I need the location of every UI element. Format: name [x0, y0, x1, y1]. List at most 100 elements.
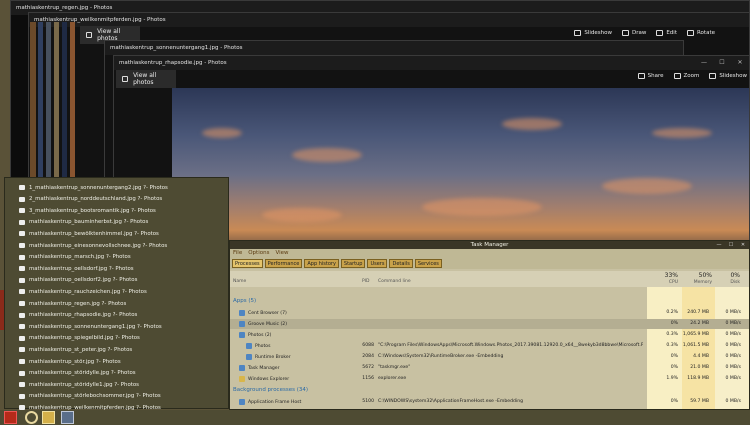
photo-file-icon — [19, 312, 25, 318]
column-header-row: Name PID Command line 33% CPU 50% Memory… — [230, 271, 749, 287]
jump-list-item[interactable]: mathiaskentrup_störidylle.jpg ?- Photos — [19, 368, 136, 379]
view-all-photos-button[interactable]: View all photos — [116, 70, 176, 88]
jump-list-item[interactable]: mathiaskentrup_bewölktenhimmel.jpg ?- Ph… — [19, 228, 159, 239]
slideshow-button[interactable]: Slideshow — [574, 30, 612, 36]
photo-file-icon — [19, 382, 25, 388]
menu-file[interactable]: File — [233, 249, 242, 258]
share-button[interactable]: Share — [637, 73, 664, 79]
file-explorer-icon[interactable] — [42, 411, 55, 424]
rotate-button[interactable]: Rotate — [686, 30, 715, 36]
cloud-shape — [202, 128, 242, 138]
edit-button[interactable]: Edit — [656, 30, 677, 36]
jump-list-item[interactable]: mathiaskentrup_einesonnevollschnee.jpg ?… — [19, 240, 167, 251]
photos-app-icon — [246, 343, 252, 349]
table-row[interactable]: Groove Music (2) 0% 24.2 MB 0 MB/s — [230, 319, 749, 329]
photo-file-icon — [19, 347, 25, 353]
window-edge-strip[interactable] — [46, 22, 51, 178]
draw-button[interactable]: Draw — [621, 30, 646, 36]
jump-list-item[interactable]: mathiaskentrup_sonnenuntergang1.jpg ?- P… — [19, 321, 162, 332]
jump-list-item[interactable]: mathiaskentrup_st_peter.jpg ?- Photos — [19, 344, 132, 355]
photo-file-icon — [19, 266, 25, 272]
zoom-button[interactable]: Zoom — [673, 73, 699, 79]
header-memory[interactable]: Memory — [682, 280, 712, 285]
table-row[interactable]: Runtime Broker 2084 C:\Windows\System32\… — [230, 352, 749, 362]
table-row[interactable]: Cent Browser (7) 0.2% 240.7 MB 0 MB/s — [230, 308, 749, 318]
header-disk-pct: 0% — [730, 272, 740, 279]
photo-file-icon — [19, 196, 25, 202]
cloud-shape — [602, 178, 692, 194]
photo-file-icon — [19, 359, 25, 364]
jump-list-item[interactable]: mathiaskentrup_oellsdorf.jpg ?- Photos — [19, 263, 134, 274]
photos-toolbar: Slideshow Draw Edit Rotate — [574, 30, 715, 36]
jump-list-item[interactable]: mathiaskentrup_bauminherbst.jpg ?- Photo… — [19, 217, 148, 228]
jump-list-item[interactable]: mathiaskentrup_rauchzeichen.jpg ?- Photo… — [19, 286, 147, 297]
tab-details[interactable]: Details — [389, 259, 413, 268]
jump-list-item[interactable]: 1_mathiaskentrup_sonnenuntergang2.jpg ?-… — [19, 182, 168, 193]
menu-bar: File Options View — [230, 249, 749, 258]
slideshow-button[interactable]: Slideshow — [709, 73, 747, 79]
window-title: mathiaskentrup_rhapsodie.jpg - Photos — [114, 56, 749, 70]
table-row[interactable]: Photos 6088 "C:\Program Files\WindowsApp… — [230, 341, 749, 351]
jump-list-item[interactable]: mathiaskentrup_stör.jpg ?- Photos — [19, 356, 121, 367]
slideshow-icon — [574, 30, 582, 36]
maximize-button[interactable]: ☐ — [725, 241, 737, 249]
photo-file-icon — [19, 301, 25, 306]
tab-performance[interactable]: Performance — [264, 259, 303, 268]
table-row[interactable]: Task Manager 5672 "taskmgr.exe" 0% 21.0 … — [230, 363, 749, 373]
maximize-button[interactable]: ☐ — [713, 56, 731, 70]
photo-file-icon — [19, 254, 25, 260]
window-title: mathiaskentrup_sonnenuntergang1.jpg - Ph… — [105, 41, 683, 55]
header-command-line[interactable]: Command line — [378, 279, 411, 284]
minimize-button[interactable]: — — [713, 241, 725, 249]
window-controls: — ☐ ✕ — [695, 56, 749, 70]
header-name[interactable]: Name — [233, 279, 246, 284]
start-button[interactable] — [4, 411, 17, 424]
task-manager-window[interactable]: Task Manager — ☐ ✕ File Options View Pro… — [229, 240, 750, 410]
jump-list-item[interactable]: mathiaskentrup_störidylle1.jpg ?- Photos — [19, 379, 139, 390]
header-pid[interactable]: PID — [362, 279, 370, 284]
slideshow-icon — [709, 73, 717, 79]
window-edge-strip[interactable] — [38, 22, 43, 178]
zoom-icon — [673, 73, 681, 79]
window-edge-strip[interactable] — [70, 22, 75, 178]
window-edge-strip[interactable] — [62, 22, 67, 178]
photo-file-icon — [19, 208, 25, 214]
jump-list-item[interactable]: mathiaskentrup_oellsdorf2.jpg ?- Photos — [19, 275, 137, 286]
jump-list-item[interactable]: 2_mathiaskentrup_norddeutschland.jpg ?- … — [19, 194, 162, 205]
jump-list-item[interactable]: mathiaskentrup_regen.jpg ?- Photos — [19, 298, 126, 309]
jump-list-item[interactable]: 3_mathiaskentrup_bootsromantik.jpg ?- Ph… — [19, 205, 156, 216]
close-button[interactable]: ✕ — [737, 241, 749, 249]
folder-icon — [239, 376, 245, 382]
table-row[interactable]: Windows Explorer 1156 explorer.exe 1.9% … — [230, 374, 749, 384]
cortana-icon[interactable] — [25, 411, 38, 424]
jump-list-item[interactable]: mathiaskentrup_störlebochsommer.jpg ?- P… — [19, 391, 161, 402]
header-disk[interactable]: Disk — [715, 280, 740, 285]
window-edge-strip[interactable] — [30, 22, 36, 178]
photo-file-icon — [19, 243, 25, 248]
photo-file-icon — [19, 289, 25, 295]
task-manager-icon — [239, 365, 245, 371]
desktop-red-accent — [0, 290, 4, 330]
close-button[interactable]: ✕ — [731, 56, 749, 70]
table-row[interactable]: Photos (2) 0.3% 1,065.9 MB 0 MB/s — [230, 330, 749, 340]
menu-view[interactable]: View — [275, 249, 288, 258]
window-controls: — ☐ ✕ — [713, 241, 749, 255]
tab-services[interactable]: Services — [414, 259, 442, 268]
tab-startup[interactable]: Startup — [340, 259, 366, 268]
cloud-shape — [292, 148, 362, 162]
table-row[interactable]: Application Frame Host 5100 C:\WINDOWS\s… — [230, 397, 749, 407]
header-cpu-pct: 33% — [664, 272, 678, 279]
taskbar-jump-list: 1_mathiaskentrup_sonnenuntergang2.jpg ?-… — [4, 177, 229, 411]
jump-list-item[interactable]: mathiaskentrup_marsch.jpg ?- Photos — [19, 252, 131, 263]
minimize-button[interactable]: — — [695, 56, 713, 70]
menu-options[interactable]: Options — [248, 249, 269, 258]
jump-list-item[interactable]: mathiaskentrup_rhapsodie.jpg ?- Photos — [19, 310, 137, 321]
tab-app-history[interactable]: App history — [304, 259, 339, 268]
window-edge-strip[interactable] — [54, 22, 59, 178]
photos-taskbar-icon[interactable] — [61, 411, 74, 424]
jump-list-item[interactable]: mathiaskentrup_spiegelbild.jpg ?- Photos — [19, 333, 140, 344]
header-cpu[interactable]: CPU — [650, 280, 678, 285]
tab-processes[interactable]: Processes — [232, 259, 263, 268]
browser-icon — [239, 310, 245, 316]
tab-users[interactable]: Users — [367, 259, 388, 268]
